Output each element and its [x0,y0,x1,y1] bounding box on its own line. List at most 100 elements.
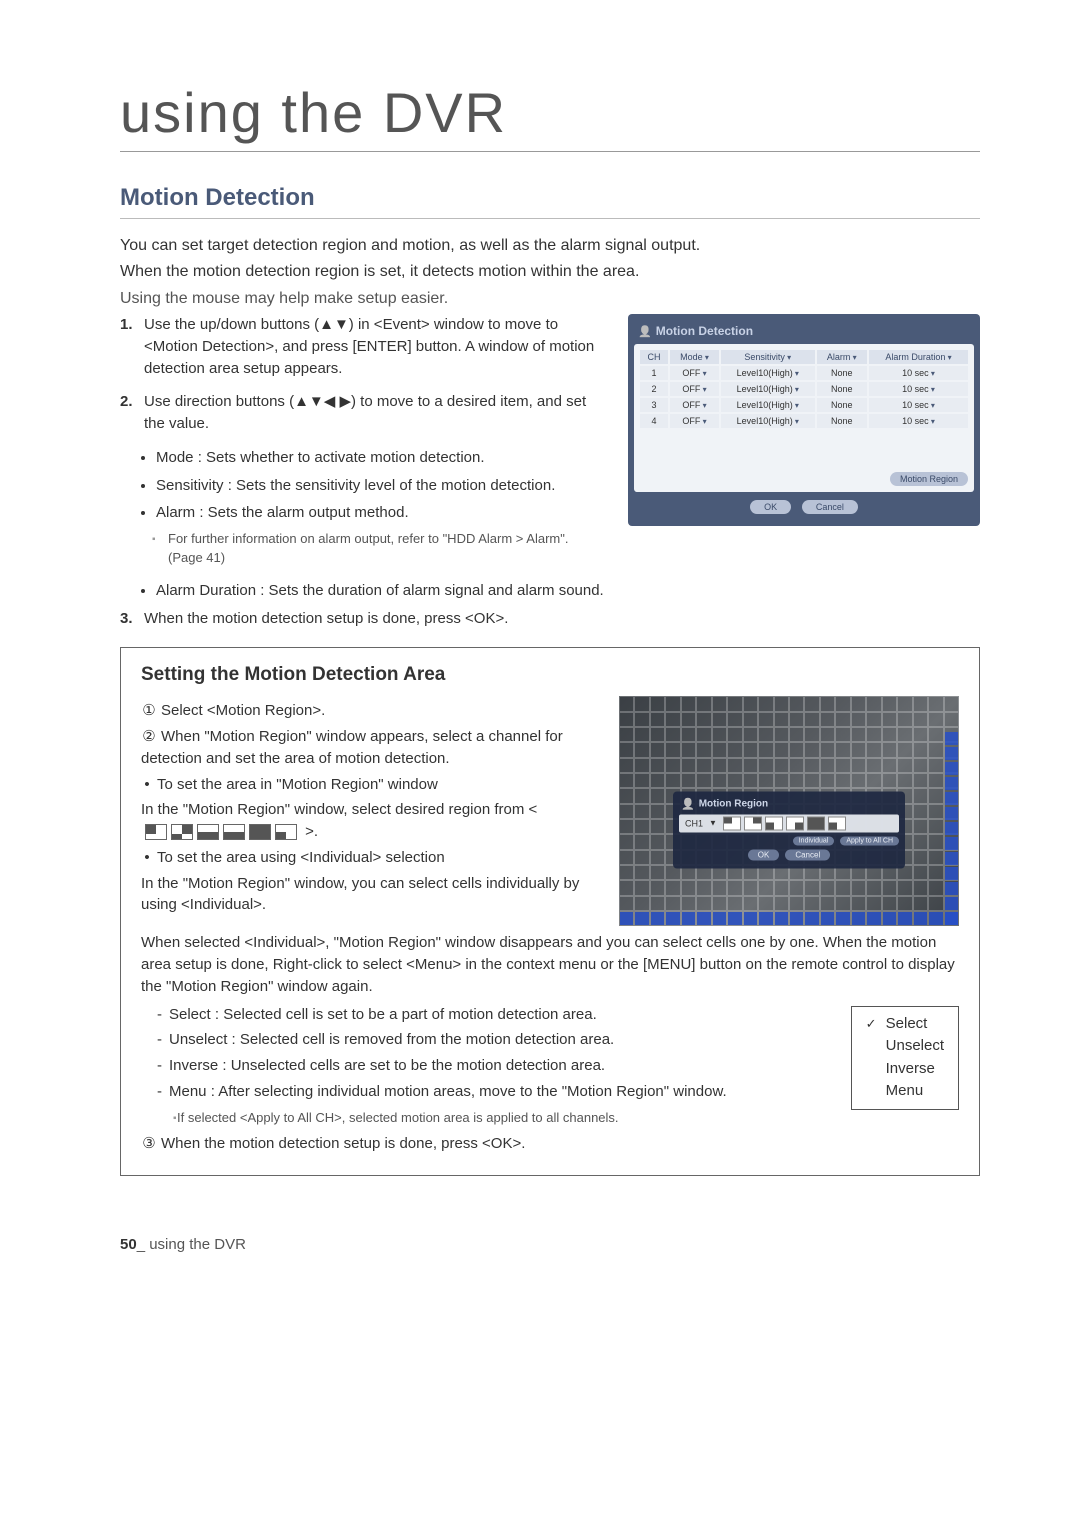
shape-bottom-icon [197,824,219,840]
table-row: 4 OFF Level10(High) None 10 sec [640,414,968,428]
th-mode[interactable]: Mode [670,350,719,364]
step-3-text: When the motion detection setup is done,… [144,610,508,627]
step-1-num: 1. [120,314,133,336]
shape-diagonal-icon [171,824,193,840]
dash-inverse: Inverse : Unselected cells are set to be… [157,1055,959,1077]
selected-column [944,731,959,927]
person-icon [638,324,652,338]
table-row: 1 OFF Level10(High) None 10 sec [640,366,968,380]
page-footer: 50_ using the DVR [120,1236,980,1253]
table-row: 2 OFF Level10(High) None 10 sec [640,382,968,396]
apply-all-sub-note: If selected <Apply to All CH>, selected … [141,1109,959,1128]
table-row: 3 OFF Level10(High) None 10 sec [640,398,968,412]
circled-2: ② [141,726,157,748]
intro-line-2: When the motion detection region is set,… [120,261,980,283]
cell-mode[interactable]: OFF [670,382,719,396]
step-3: 3. When the motion detection setup is do… [120,608,980,630]
shape-bottom-left-icon [275,824,297,840]
inset-step-2-text: When "Motion Region" window appears, sel… [141,728,563,767]
step-2-num: 2. [120,391,133,413]
cell-dur[interactable]: 10 sec [869,398,968,412]
bullet-alarm: Alarm : Sets the alarm output method. [156,502,604,524]
inset-bullet-2-text: To set the area using <Individual> selec… [157,849,445,866]
cell-alarm: None [817,382,867,396]
th-sensitivity[interactable]: Sensitivity [721,350,815,364]
cell-ch: 2 [640,382,668,396]
cell-alarm: None [817,398,867,412]
dash-menu: Menu : After selecting individual motion… [157,1081,959,1103]
bullet-sensitivity: Sensitivity : Sets the sensitivity level… [156,475,604,497]
cell-dur[interactable]: 10 sec [869,366,968,380]
alarm-sub-note: For further information on alarm output,… [120,530,604,568]
inset-p1a: In the "Motion Region" window, select de… [141,801,537,818]
cell-alarm: None [817,414,867,428]
cell-dur[interactable]: 10 sec [869,382,968,396]
cell-alarm: None [817,366,867,380]
cell-sens[interactable]: Level10(High) [721,414,815,428]
person-icon [681,797,695,810]
th-duration[interactable]: Alarm Duration [869,350,968,364]
motion-region-dialog: Motion Region CH1 ▼ [673,791,905,868]
apply-all-ch-button[interactable]: Apply to All CH [840,836,899,845]
selected-row [619,911,959,926]
inset-step-2: ②When "Motion Region" window appears, se… [141,726,595,770]
inset-step-1: ①Select <Motion Region>. [141,700,595,722]
bullet-mode: Mode : Sets whether to activate motion d… [156,447,604,469]
ok-button[interactable]: OK [750,500,791,514]
intro-line-1: You can set target detection region and … [120,235,980,257]
mr-ok-button[interactable]: OK [748,849,780,860]
cancel-button[interactable]: Cancel [802,500,858,514]
inset-step-1-text: Select <Motion Region>. [161,702,325,719]
motion-region-button[interactable]: Motion Region [890,472,968,486]
cell-dur[interactable]: 10 sec [869,414,968,428]
chevron-down-icon[interactable]: ▼ [709,819,717,828]
mr-cancel-button[interactable]: Cancel [785,849,830,860]
dialog-title: Motion Detection [656,324,753,338]
inset-bullet-1-text: To set the area in "Motion Region" windo… [157,776,438,793]
inset-bullet-1: •To set the area in "Motion Region" wind… [141,774,595,796]
intro-note: Using the mouse may help make setup easi… [120,288,980,310]
inset-title: Setting the Motion Detection Area [141,664,959,686]
mr-dialog-title: Motion Region [699,798,768,809]
section-title: Motion Detection [120,184,980,219]
step-3-num: 3. [120,608,133,630]
circled-3: ③ [141,1133,157,1155]
cell-ch: 4 [640,414,668,428]
th-ch: CH [640,350,668,364]
inset-p3: When selected <Individual>, "Motion Regi… [141,932,959,997]
page-sep: _ [137,1236,145,1253]
chapter-title: using the DVR [120,80,980,152]
shape-top-left-icon [145,824,167,840]
cell-sens[interactable]: Level10(High) [721,398,815,412]
inset-p1: In the "Motion Region" window, select de… [141,799,595,843]
inset-step-3: ③When the motion detection setup is done… [141,1133,959,1155]
cell-sens[interactable]: Level10(High) [721,366,815,380]
step-1: 1. Use the up/down buttons (▲▼) in <Even… [120,314,604,379]
page-number: 50 [120,1236,137,1253]
cell-sens[interactable]: Level10(High) [721,382,815,396]
dash-unselect: Unselect : Selected cell is removed from… [157,1029,959,1051]
cell-mode[interactable]: OFF [670,398,719,412]
cell-mode[interactable]: OFF [670,366,719,380]
inset-box: Setting the Motion Detection Area ①Selec… [120,647,980,1176]
th-alarm[interactable]: Alarm [817,350,867,364]
mr-shape-selector[interactable] [723,816,846,830]
step-2-text: Use direction buttons (▲▼◀ ▶) to move to… [144,393,586,432]
cell-mode[interactable]: OFF [670,414,719,428]
inset-bullet-2: •To set the area using <Individual> sele… [141,847,595,869]
circled-1: ① [141,700,157,722]
cell-ch: 1 [640,366,668,380]
dash-select: Select : Selected cell is set to be a pa… [157,1004,959,1026]
mr-channel-label: CH1 [685,818,703,828]
individual-button[interactable]: Individual [793,836,835,845]
shape-full-icon [249,824,271,840]
motion-detection-dialog: Motion Detection CH Mode Sensitivity Ala… [628,314,980,526]
motion-detection-table: CH Mode Sensitivity Alarm Alarm Duration… [638,348,970,430]
cell-ch: 3 [640,398,668,412]
shape-bottom-half-icon [223,824,245,840]
inset-p2: In the "Motion Region" window, you can s… [141,873,595,917]
bullet-duration: Alarm Duration : Sets the duration of al… [156,580,980,602]
step-1-text: Use the up/down buttons (▲▼) in <Event> … [144,316,594,377]
intro-block: You can set target detection region and … [120,235,980,310]
inset-step-3-text: When the motion detection setup is done,… [161,1135,525,1152]
